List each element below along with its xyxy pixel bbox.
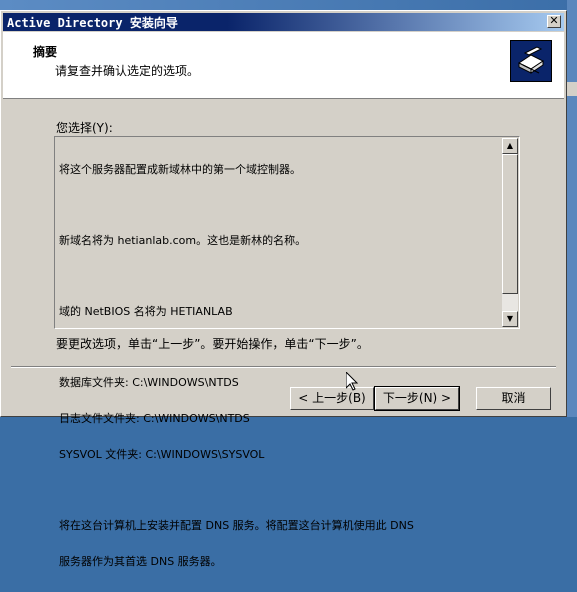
back-button[interactable]: < 上一步(B) [290,387,374,410]
page-subtitle: 请复查并确认选定的选项。 [55,64,200,78]
wizard-book-icon [510,40,552,82]
wizard-header: 摘要 请复查并确认选定的选项。 [3,32,564,99]
summary-line: 域的 NetBIOS 名将为 HETIANLAB [59,305,233,318]
cancel-button[interactable]: 取消 [476,387,551,410]
summary-line: 将这个服务器配置成新域林中的第一个域控制器。 [59,163,301,176]
summary-blank [59,200,497,211]
instruction-text: 要更改选项，单击“上一步”。要开始操作，单击“下一步”。 [56,337,369,351]
scroll-thumb[interactable] [502,154,518,294]
summary-textbox[interactable]: 将这个服务器配置成新域林中的第一个域控制器。 新域名将为 hetianlab.c… [54,136,520,568]
page-title: 摘要 [33,45,58,59]
scroll-down-button[interactable]: ▼ [502,311,518,327]
vertical-scrollbar[interactable]: ▲ ▼ [502,138,518,327]
scroll-up-button[interactable]: ▲ [502,138,518,154]
desktop-edge [567,0,577,417]
close-button[interactable]: ✕ [547,15,561,28]
summary-line: 将在这台计算机上安装并配置 DNS 服务。将配置这台计算机使用此 DNS [59,519,414,532]
wizard-dialog: Active Directory 安装向导 ✕ 摘要 请复查并确认选定的选项。 … [0,10,567,568]
summary-line: 服务器作为其首选 DNS 服务器。 [59,555,222,568]
window-title: Active Directory 安装向导 [7,16,178,30]
button-separator [11,366,556,368]
summary-line: 日志文件文件夹: C:\WINDOWS\NTDS [59,412,250,425]
summary-line: SYSVOL 文件夹: C:\WINDOWS\SYSVOL [59,448,265,461]
summary-label: 您选择(Y): [56,121,113,135]
summary-text: 将这个服务器配置成新域林中的第一个域控制器。 新域名将为 hetianlab.c… [55,137,501,568]
next-button[interactable]: 下一步(N) > [374,386,460,411]
close-icon: ✕ [549,14,559,27]
summary-line: 新域名将为 hetianlab.com。这也是新林的名称。 [59,234,307,247]
background-window-tab [567,82,577,96]
scroll-up-icon: ▲ [506,141,514,150]
summary-blank [59,271,497,282]
title-bar[interactable]: Active Directory 安装向导 ✕ [3,13,564,31]
scroll-down-icon: ▼ [506,314,514,323]
summary-blank [59,485,497,496]
